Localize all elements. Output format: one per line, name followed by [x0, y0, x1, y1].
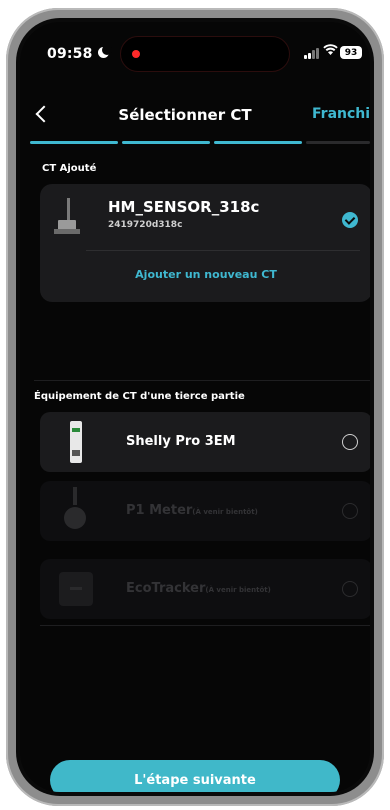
battery-icon: 93: [340, 46, 362, 59]
recording-indicator-icon: [132, 50, 140, 58]
moon-icon: [98, 45, 112, 58]
progress-step-4: [306, 141, 370, 144]
option-p1-meter: P1 Meter(À venir bientôt): [40, 481, 370, 541]
option-name: EcoTracker(À venir bientôt): [126, 581, 271, 596]
shelly-device-icon: [70, 421, 82, 463]
radio-disabled-icon: [342, 503, 358, 519]
ct-device-name: HM_SENSOR_318c: [108, 198, 260, 216]
radio-disabled-icon: [342, 581, 358, 597]
skip-button[interactable]: Franchir: [312, 106, 370, 122]
progress-step-3: [214, 141, 302, 144]
page-title: Sélectionner CT: [118, 106, 252, 124]
add-new-ct-button[interactable]: Ajouter un nouveau CT: [40, 268, 370, 281]
phone-bezel: 09:58 93 Sélectionner CT Franchir: [16, 18, 374, 796]
cellular-signal-icon: [304, 48, 322, 59]
progress-step-1: [30, 141, 118, 144]
ct-device-id: 2419720d318c: [108, 220, 183, 230]
option-name: P1 Meter(À venir bientôt): [126, 503, 258, 518]
p1-meter-device-icon: [64, 487, 86, 529]
status-time: 09:58: [47, 46, 93, 62]
selected-check-icon[interactable]: [342, 212, 358, 228]
next-step-button[interactable]: L'étape suivante: [50, 760, 340, 792]
app-screen: 09:58 93 Sélectionner CT Franchir: [20, 22, 370, 792]
list-end-divider: [40, 625, 370, 626]
option-ecotracker: EcoTracker(À venir bientôt): [40, 559, 370, 619]
added-ct-section-label: CT Ajouté: [42, 163, 97, 174]
section-divider: [34, 380, 370, 381]
card-divider: [86, 250, 360, 251]
progress-step-2: [122, 141, 210, 144]
third-party-section-label: Équipement de CT d'une tierce partie: [34, 391, 245, 402]
option-name: Shelly Pro 3EM: [126, 434, 236, 449]
ecotracker-device-icon: [59, 572, 93, 606]
phone-frame: 09:58 93 Sélectionner CT Franchir: [6, 8, 384, 806]
ct-sensor-device-icon: [54, 198, 80, 234]
added-ct-card: HM_SENSOR_318c 2419720d318c Ajouter un n…: [40, 184, 370, 302]
radio-unselected-icon[interactable]: [342, 434, 358, 450]
option-shelly-pro-3em[interactable]: Shelly Pro 3EM: [40, 412, 370, 472]
dynamic-island: [120, 36, 290, 72]
wifi-icon: [323, 44, 338, 60]
